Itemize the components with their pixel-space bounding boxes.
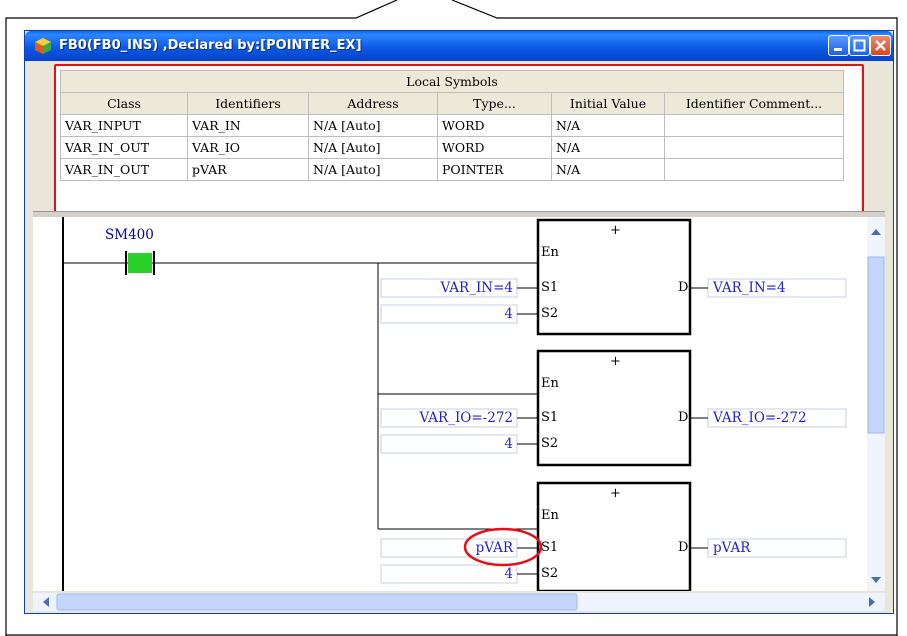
contact-label: SM400 [105,227,154,243]
maximize-button[interactable] [849,35,870,56]
close-button[interactable] [870,35,891,56]
s2-pin-label: S2 [541,306,559,321]
en-pin-label: En [541,245,559,260]
close-icon [875,40,886,51]
scroll-thumb[interactable] [867,256,885,434]
s1-pin-label: S1 [541,540,559,555]
title-bar[interactable]: FB0(FB0_INS) ,Declared by:[POINTER_EX] [25,31,893,61]
scroll-thumb[interactable] [56,593,578,611]
en-pin-label: En [541,376,559,391]
block-operator: + [610,354,621,369]
function-block-icon [35,38,51,54]
ladder-editor[interactable]: SM400 + En S1 S2 D VAR_IN=4 4 VAR_IN=4 +… [33,217,885,591]
maximize-icon [853,39,866,52]
d-operand[interactable]: VAR_IN=4 [713,280,786,296]
s2-operand[interactable]: 4 [383,436,513,452]
minimize-icon [834,48,842,51]
fb-window: FB0(FB0_INS) ,Declared by:[POINTER_EX] L… [24,30,894,614]
scroll-left-icon[interactable] [43,597,49,607]
block-operator: + [610,486,621,501]
en-pin-label: En [541,508,559,523]
s1-pin-label: S1 [541,280,559,295]
d-pin-label: D [678,280,689,295]
scroll-right-icon[interactable] [869,597,875,607]
s2-pin-label: S2 [541,436,559,451]
horizontal-scrollbar-track [43,593,875,611]
s1-operand[interactable]: pVAR [383,540,513,556]
s2-operand[interactable]: 4 [383,306,513,322]
s1-pin-label: S1 [541,410,559,425]
window-title: FB0(FB0_INS) ,Declared by:[POINTER_EX] [59,38,362,53]
d-operand[interactable]: VAR_IO=-272 [713,410,807,426]
s1-operand[interactable]: VAR_IO=-272 [383,410,513,426]
s2-pin-label: S2 [541,566,559,581]
s1-operand[interactable]: VAR_IN=4 [383,280,513,296]
d-pin-label: D [678,410,689,425]
ladder-diagram [62,217,885,591]
contact-active-indicator [128,253,152,273]
d-operand[interactable]: pVAR [713,540,750,556]
s2-operand[interactable]: 4 [383,566,513,582]
d-pin-label: D [678,540,689,555]
horizontal-scrollbar[interactable] [33,593,885,611]
minimize-button[interactable] [828,35,849,56]
block-operator: + [610,223,621,238]
